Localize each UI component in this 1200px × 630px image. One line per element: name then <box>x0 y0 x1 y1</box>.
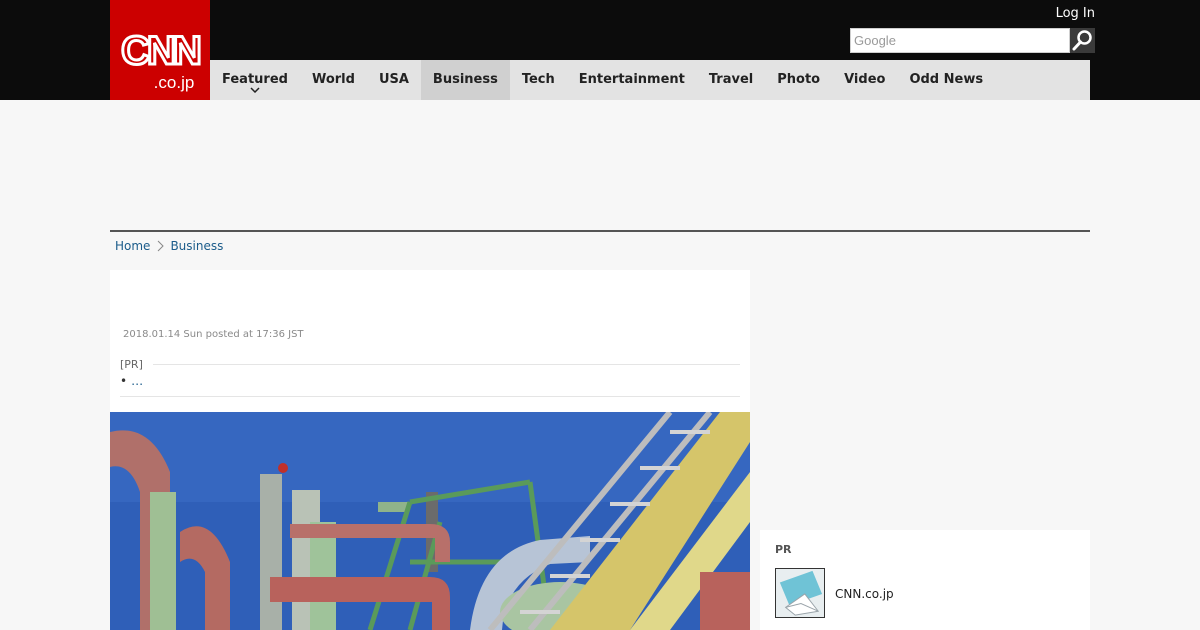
pr-label: [PR] <box>120 357 143 371</box>
nav-item-label: Business <box>432 72 498 87</box>
section-divider <box>110 230 1090 232</box>
ad-banner-area <box>110 100 1090 230</box>
nav-item-travel[interactable]: Travel <box>697 60 765 100</box>
nav-item-label: Tech <box>521 72 555 87</box>
breadcrumb-business[interactable]: Business <box>170 239 223 253</box>
nav-item-label: World <box>311 72 355 87</box>
nav-item-label: Photo <box>777 72 821 87</box>
sidebar-pr-label: PR <box>775 543 792 556</box>
search-icon <box>1072 30 1092 51</box>
pr-header: [PR] <box>120 357 740 371</box>
nav-item-business[interactable]: Business <box>420 60 510 100</box>
nav-item-label: Travel <box>708 72 754 87</box>
nav-item-tech[interactable]: Tech <box>510 60 567 100</box>
cnn-logo[interactable]: CNN .co.jp <box>110 0 210 100</box>
bullet: • <box>120 374 128 388</box>
nav-item-featured[interactable]: Featured <box>210 60 300 100</box>
chevron-down-icon <box>250 87 260 93</box>
article-photo <box>110 412 750 630</box>
login-link[interactable]: Log In <box>1056 6 1095 21</box>
search-box <box>850 28 1070 53</box>
nav-item-photo[interactable]: Photo <box>765 60 832 100</box>
nav-item-world[interactable]: World <box>300 60 367 100</box>
article-card: 2018.01.14 Sun posted at 17:36 JST [PR] … <box>110 270 750 630</box>
posted-timestamp: 2018.01.14 Sun posted at 17:36 JST <box>123 329 304 340</box>
nav-item-odd-news[interactable]: Odd News <box>897 60 995 100</box>
svg-text:CNN: CNN <box>121 29 200 73</box>
nav-item-label: Entertainment <box>578 72 685 87</box>
nav-item-label: USA <box>378 72 409 87</box>
svg-text:.co.jp: .co.jp <box>154 73 195 92</box>
nav-item-entertainment[interactable]: Entertainment <box>567 60 697 100</box>
search-input[interactable] <box>851 29 1069 52</box>
sidebar-pr-box: PR CNN.co.jp <box>760 530 1090 630</box>
sidebar-pr-link[interactable]: CNN.co.jp <box>835 587 894 601</box>
chevron-right-icon <box>158 240 165 252</box>
pr-link-text: … <box>131 374 144 388</box>
pr-divider <box>152 363 740 365</box>
breadcrumb-home[interactable]: Home <box>115 239 150 253</box>
nav-item-usa[interactable]: USA <box>367 60 421 100</box>
nav-item-label: Featured <box>222 72 288 87</box>
nav-item-label: Video <box>844 72 886 87</box>
cnn-logo-mark: CNN .co.jp <box>120 28 205 93</box>
nav-item-video[interactable]: Video <box>832 60 897 100</box>
nav-item-label: Odd News <box>909 72 984 87</box>
pr-divider-bottom <box>120 396 740 397</box>
main-nav: Featured World USA Business Tech Enterta… <box>210 60 1090 100</box>
search-button[interactable] <box>1070 28 1095 53</box>
sidebar-thumbnail[interactable] <box>775 568 825 618</box>
breadcrumb: Home Business <box>115 238 223 254</box>
pr-link[interactable]: •… <box>120 374 143 388</box>
